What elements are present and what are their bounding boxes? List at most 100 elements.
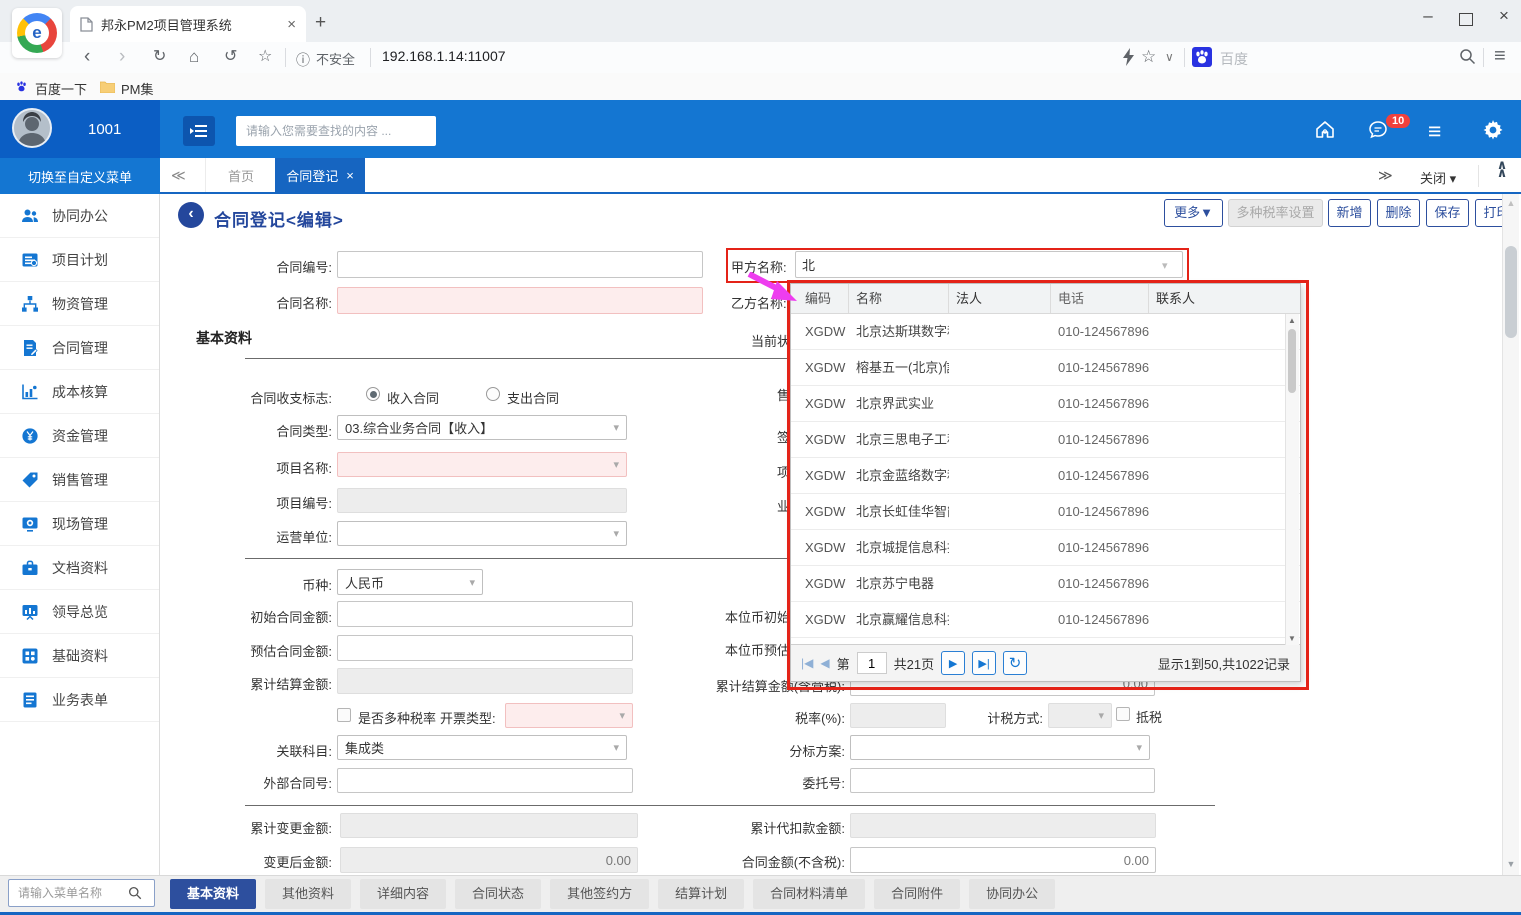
refresh-button[interactable]: ↻ xyxy=(1003,651,1027,675)
contract-name-input[interactable] xyxy=(337,287,703,314)
ext-no-input[interactable] xyxy=(337,768,633,793)
first-page-icon[interactable]: |◀ xyxy=(801,656,813,670)
search-icon[interactable] xyxy=(1459,48,1476,65)
lookup-scrollbar[interactable]: ▲ ▼ xyxy=(1285,314,1299,645)
close-tabs-menu[interactable]: 关闭 ▾ xyxy=(1420,168,1456,187)
global-search-input[interactable] xyxy=(236,116,436,146)
contract-type-select[interactable]: 03.综合业务合同【收入】 ▾ xyxy=(337,415,627,440)
bottom-tab-attachments[interactable]: 合同附件 xyxy=(874,879,960,909)
chevron-down-icon[interactable]: ▾ xyxy=(1162,259,1168,272)
window-maximize-button[interactable] xyxy=(1459,13,1473,26)
bottom-tab-settlement-plan[interactable]: 结算计划 xyxy=(658,879,744,909)
table-row[interactable]: XGDW 北京达斯琪数字科 010-124567896 xyxy=(791,314,1300,350)
bottom-tab-collab[interactable]: 协同办公 xyxy=(969,879,1055,909)
bookmark-baidu[interactable]: 百度一下 xyxy=(35,79,87,98)
sidebar-item-funds[interactable]: 资金管理 xyxy=(0,414,159,458)
scroll-up-icon[interactable]: ▲ xyxy=(1286,316,1298,325)
bottom-tab-basic[interactable]: 基本资料 xyxy=(170,879,256,909)
col-name[interactable]: 名称 xyxy=(849,284,949,313)
tab-contract-register[interactable]: 合同登记 × xyxy=(275,158,365,192)
sidebar-item-sales[interactable]: 销售管理 xyxy=(0,458,159,502)
new-tab-button[interactable]: + xyxy=(315,12,326,34)
table-row[interactable]: XGDW 北京赢耀信息科技 010-124567896 xyxy=(791,602,1300,638)
menu-search-input[interactable] xyxy=(16,885,128,901)
rel-subject-select[interactable]: 集成类 ▾ xyxy=(337,735,627,760)
window-minimize-button[interactable]: – xyxy=(1413,6,1443,26)
browser-tab[interactable]: 邦永PM2项目管理系统 × xyxy=(70,6,306,42)
sidebar-item-documents[interactable]: 文档资料 xyxy=(0,546,159,590)
bookmark-star-icon[interactable]: ☆ xyxy=(1141,44,1156,70)
collapse-panel-icon[interactable]: ∧∧ xyxy=(1490,161,1514,177)
sidebar-item-materials[interactable]: 物资管理 xyxy=(0,282,159,326)
expense-radio[interactable] xyxy=(486,387,500,401)
table-row[interactable]: XGDW 北京三思电子工程 010-124567896 xyxy=(791,422,1300,458)
baidu-search-placeholder[interactable]: 百度 xyxy=(1220,49,1248,69)
baidu-paw-icon[interactable] xyxy=(1192,47,1212,67)
apps-menu-icon[interactable]: ≡ xyxy=(1428,118,1441,145)
party-a-input[interactable] xyxy=(795,251,1183,278)
prev-page-icon[interactable]: ◀ xyxy=(820,656,829,670)
scrollbar-thumb[interactable] xyxy=(1505,246,1517,338)
tab-home[interactable]: 首页 xyxy=(205,158,277,192)
amount-excl-input[interactable] xyxy=(850,847,1156,873)
folder-icon[interactable] xyxy=(100,80,115,93)
sidebar-item-site[interactable]: 现场管理 xyxy=(0,502,159,546)
est-amount-input[interactable] xyxy=(337,635,633,661)
table-row[interactable]: XGDW 榕基五一(北京)信 010-124567896 xyxy=(791,350,1300,386)
scrollbar-thumb[interactable] xyxy=(1288,329,1296,393)
scroll-tabs-right-icon[interactable]: ≫ xyxy=(1378,167,1393,184)
more-button[interactable]: 更多▼ xyxy=(1164,199,1223,227)
currency-select[interactable]: 人民币 ▾ xyxy=(337,569,483,595)
chevron-down-icon[interactable]: ∨ xyxy=(1165,50,1174,64)
baidu-bookmark-paw-icon[interactable] xyxy=(14,79,29,94)
next-page-button[interactable]: ▶ xyxy=(941,651,965,675)
scroll-down-icon[interactable]: ▼ xyxy=(1286,634,1298,643)
init-amount-input[interactable] xyxy=(337,601,633,627)
invoice-type-select[interactable]: ▾ xyxy=(505,703,633,728)
table-row[interactable]: XGDW 北京长虹佳华智能 010-124567896 xyxy=(791,494,1300,530)
col-phone[interactable]: 电话 xyxy=(1051,284,1149,313)
bottom-tab-other-info[interactable]: 其他资料 xyxy=(265,879,351,909)
tab-close-icon[interactable]: × xyxy=(287,16,296,33)
browser-menu-icon[interactable]: ≡ xyxy=(1494,43,1506,69)
delete-button[interactable]: 删除 xyxy=(1377,199,1420,227)
col-legal[interactable]: 法人 xyxy=(949,284,1051,313)
sidebar-toggle-button[interactable] xyxy=(183,116,215,146)
favorite-star-icon[interactable]: ☆ xyxy=(258,44,272,70)
sidebar-item-plan[interactable]: 项目计划 xyxy=(0,238,159,282)
address-url[interactable]: 192.168.1.14:11007 xyxy=(382,48,506,64)
bottom-tab-material-list[interactable]: 合同材料清单 xyxy=(753,879,865,909)
forward-icon[interactable]: › xyxy=(119,44,125,70)
contract-no-input[interactable] xyxy=(337,251,703,278)
bid-plan-select[interactable]: ▾ xyxy=(850,735,1150,760)
bookmark-pm-folder[interactable]: PM集 xyxy=(121,79,154,98)
main-scrollbar[interactable]: ▲ ▼ xyxy=(1502,194,1519,875)
sidebar-item-collab[interactable]: 协同办公 xyxy=(0,194,159,238)
home-icon[interactable]: ⌂ xyxy=(189,44,199,70)
entrust-no-input[interactable] xyxy=(850,768,1155,793)
multi-tax-checkbox[interactable] xyxy=(337,708,351,722)
sidebar-item-cost[interactable]: 成本核算 xyxy=(0,370,159,414)
window-close-button[interactable]: × xyxy=(1489,6,1519,26)
avatar[interactable] xyxy=(12,108,52,148)
back-button[interactable]: ‹ xyxy=(178,202,204,228)
table-row[interactable]: XGDW 北京城提信息科技 010-124567896 xyxy=(791,530,1300,566)
add-button[interactable]: 新增 xyxy=(1328,199,1371,227)
reload-icon[interactable]: ↻ xyxy=(153,44,166,70)
col-contact[interactable]: 联系人 xyxy=(1149,284,1300,313)
tab-close-icon[interactable]: × xyxy=(346,168,354,183)
back-icon[interactable]: ‹ xyxy=(84,44,90,70)
sidebar-item-forms[interactable]: 业务表单 xyxy=(0,678,159,722)
project-name-select[interactable]: ▾ xyxy=(337,452,627,477)
portal-home-icon[interactable] xyxy=(1314,119,1336,141)
session-restore-icon[interactable]: ↺ xyxy=(224,44,237,70)
sidebar-item-basedata[interactable]: 基础资料 xyxy=(0,634,159,678)
scroll-tabs-left-icon[interactable]: ≪ xyxy=(171,167,186,184)
op-unit-select[interactable]: ▾ xyxy=(337,521,627,546)
table-row[interactable]: XGDW 北京界武实业 010-124567896 xyxy=(791,386,1300,422)
table-row[interactable]: XGDW 北京金蓝络数字科 010-124567896 xyxy=(791,458,1300,494)
deduct-checkbox[interactable] xyxy=(1116,707,1130,721)
bottom-tab-status[interactable]: 合同状态 xyxy=(455,879,541,909)
sidebar-item-overview[interactable]: 领导总览 xyxy=(0,590,159,634)
scroll-down-icon[interactable]: ▼ xyxy=(1505,859,1517,869)
